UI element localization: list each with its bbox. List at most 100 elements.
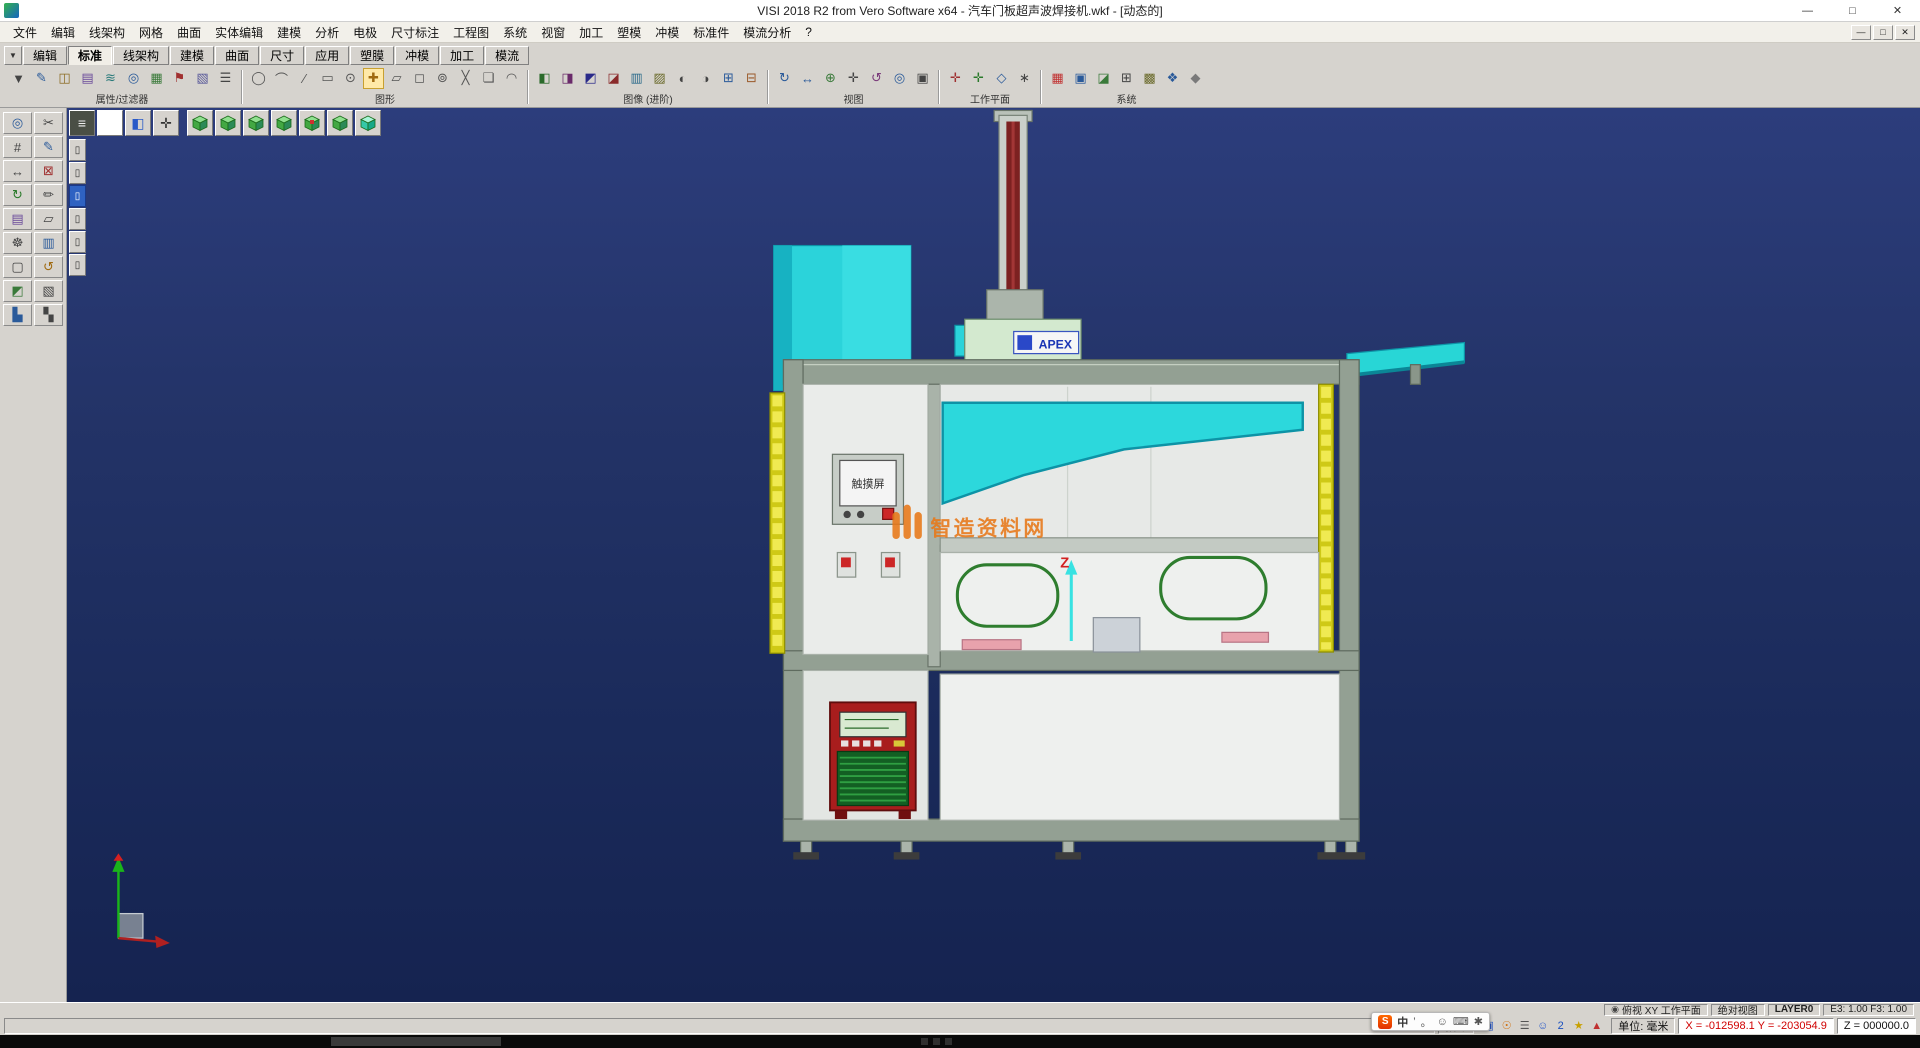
edge-toolbar-button[interactable]: ▯ (69, 208, 86, 230)
ribbon-icon[interactable]: ◯ (248, 68, 269, 89)
taskbar-strip[interactable] (0, 1035, 1920, 1048)
toolbar-tab[interactable]: 模流 (485, 46, 529, 65)
ribbon-icon[interactable]: ∕ (294, 68, 315, 89)
ribbon-icon[interactable]: ▤ (77, 68, 98, 89)
ribbon-icon[interactable]: ◪ (603, 68, 624, 89)
edge-toolbar-button[interactable]: ▯ (69, 254, 86, 276)
ime-button[interactable]: ☺ (1437, 1016, 1448, 1028)
ribbon-icon[interactable]: ◻ (409, 68, 430, 89)
ribbon-icon[interactable]: ▼ (8, 68, 29, 89)
ribbon-icon[interactable]: ╳ (455, 68, 476, 89)
view-orientation-indicator[interactable]: ◉ 俯视 XY 工作平面 (1604, 1004, 1708, 1016)
ribbon-icon[interactable]: ◇ (991, 68, 1012, 89)
tool-icon[interactable]: ▧ (34, 280, 63, 302)
view-cube-icon[interactable] (327, 110, 353, 136)
tray-icon[interactable]: ☺ (1535, 1020, 1550, 1032)
command-field[interactable] (4, 1018, 1435, 1034)
ribbon-icon[interactable]: ◫ (54, 68, 75, 89)
tray-icon[interactable]: ★ (1571, 1019, 1586, 1032)
ime-button[interactable]: 。 (1421, 1014, 1432, 1030)
ribbon-icon[interactable]: ▦ (1047, 68, 1068, 89)
pointer-button[interactable]: ✛ (153, 110, 179, 136)
ribbon-icon[interactable]: ◐ (672, 68, 693, 89)
tray-icon[interactable]: ▲ (1589, 1020, 1604, 1032)
ime-button[interactable]: ✱ (1474, 1015, 1483, 1028)
menu-item[interactable]: 曲面 (170, 22, 208, 43)
ribbon-icon[interactable]: ▱ (386, 68, 407, 89)
menu-item[interactable]: 建模 (270, 22, 308, 43)
menu-item[interactable]: ? (798, 23, 819, 41)
tool-icon[interactable]: ▢ (3, 256, 32, 278)
ribbon-icon[interactable]: ↺ (866, 68, 887, 89)
blank-view-button[interactable] (97, 110, 123, 136)
ribbon-icon[interactable]: ⊟ (741, 68, 762, 89)
shaded-view-button[interactable]: ◧ (125, 110, 151, 136)
edge-toolbar-button[interactable]: ▯ (69, 231, 86, 253)
ribbon-icon[interactable]: ↻ (774, 68, 795, 89)
minimize-button[interactable]: — (1785, 0, 1830, 21)
edge-toolbar-button[interactable]: ▯ (69, 162, 86, 184)
mdi-minimize-button[interactable]: — (1851, 25, 1871, 40)
menu-item[interactable]: 实体编辑 (208, 22, 270, 43)
toolbar-tab[interactable]: 加工 (440, 46, 484, 65)
tool-icon[interactable]: ▱ (34, 208, 63, 230)
layer-badge[interactable]: LAYER0 (1768, 1004, 1821, 1016)
menu-item[interactable]: 系统 (496, 22, 534, 43)
tool-icon[interactable]: ✎ (34, 136, 63, 158)
tool-icon[interactable]: ⊠ (34, 160, 63, 182)
ribbon-icon[interactable]: ✛ (968, 68, 989, 89)
ime-language-toggle[interactable]: 中 (1397, 1014, 1408, 1030)
ribbon-icon[interactable]: ⊚ (432, 68, 453, 89)
menu-item[interactable]: 网格 (132, 22, 170, 43)
ribbon-icon[interactable]: ▦ (146, 68, 167, 89)
close-button[interactable]: ✕ (1875, 0, 1920, 21)
ribbon-icon[interactable]: ▩ (1139, 68, 1160, 89)
menu-item[interactable]: 电极 (346, 22, 384, 43)
ribbon-icon[interactable]: ∗ (1014, 68, 1035, 89)
ribbon-icon[interactable]: ❏ (478, 68, 499, 89)
ribbon-icon[interactable]: ⊕ (820, 68, 841, 89)
ribbon-icon[interactable]: ◠ (501, 68, 522, 89)
ribbon-icon[interactable]: ✛ (843, 68, 864, 89)
ribbon-icon[interactable]: ▣ (1070, 68, 1091, 89)
view-cube-icon[interactable] (271, 110, 297, 136)
ribbon-icon[interactable]: ⊞ (718, 68, 739, 89)
viewport-3d[interactable]: ≡ ◧ ✛ (67, 108, 1920, 1002)
menu-item[interactable]: 冲模 (648, 22, 686, 43)
ime-button[interactable]: ⌨ (1453, 1015, 1469, 1028)
machine-model[interactable]: APEX (770, 110, 1464, 859)
toolbar-tab[interactable]: 曲面 (215, 46, 259, 65)
toolbar-tab[interactable]: 建模 (170, 46, 214, 65)
ribbon-icon[interactable]: ▥ (626, 68, 647, 89)
menu-item[interactable]: 视窗 (534, 22, 572, 43)
ribbon-icon[interactable]: ◧ (534, 68, 555, 89)
menu-item[interactable]: 塑模 (610, 22, 648, 43)
ribbon-icon[interactable]: ✎ (31, 68, 52, 89)
ribbon-icon[interactable]: ▣ (912, 68, 933, 89)
toolbar-tab[interactable]: 塑膜 (350, 46, 394, 65)
tool-icon[interactable]: ▤ (3, 208, 32, 230)
mdi-close-button[interactable]: ✕ (1895, 25, 1915, 40)
mdi-restore-button[interactable]: □ (1873, 25, 1893, 40)
maximize-button[interactable]: □ (1830, 0, 1875, 21)
tray-icon[interactable]: ☰ (1517, 1019, 1532, 1032)
tool-icon[interactable]: ☸ (3, 232, 32, 254)
toolbar-tab[interactable]: 标准 (68, 46, 112, 65)
ime-button[interactable]: ’ (1413, 1016, 1415, 1028)
ribbon-icon[interactable]: ◨ (557, 68, 578, 89)
ribbon-icon[interactable]: ⚑ (169, 68, 190, 89)
view-cube-icon[interactable] (187, 110, 213, 136)
toolbar-tab[interactable]: 尺寸 (260, 46, 304, 65)
view-cube-icon[interactable] (243, 110, 269, 136)
menu-item[interactable]: 加工 (572, 22, 610, 43)
ribbon-icon[interactable]: ≋ (100, 68, 121, 89)
tool-icon[interactable]: ↺ (34, 256, 63, 278)
menu-item[interactable]: 标准件 (686, 22, 736, 43)
ribbon-icon[interactable]: ↔ (797, 68, 818, 89)
ribbon-icon[interactable]: ▧ (192, 68, 213, 89)
ribbon-icon[interactable]: ◪ (1093, 68, 1114, 89)
ime-logo-icon[interactable]: S (1378, 1015, 1392, 1029)
tool-icon[interactable]: ✏ (34, 184, 63, 206)
ribbon-icon[interactable]: ✛ (945, 68, 966, 89)
tool-icon[interactable]: ▙ (3, 304, 32, 326)
